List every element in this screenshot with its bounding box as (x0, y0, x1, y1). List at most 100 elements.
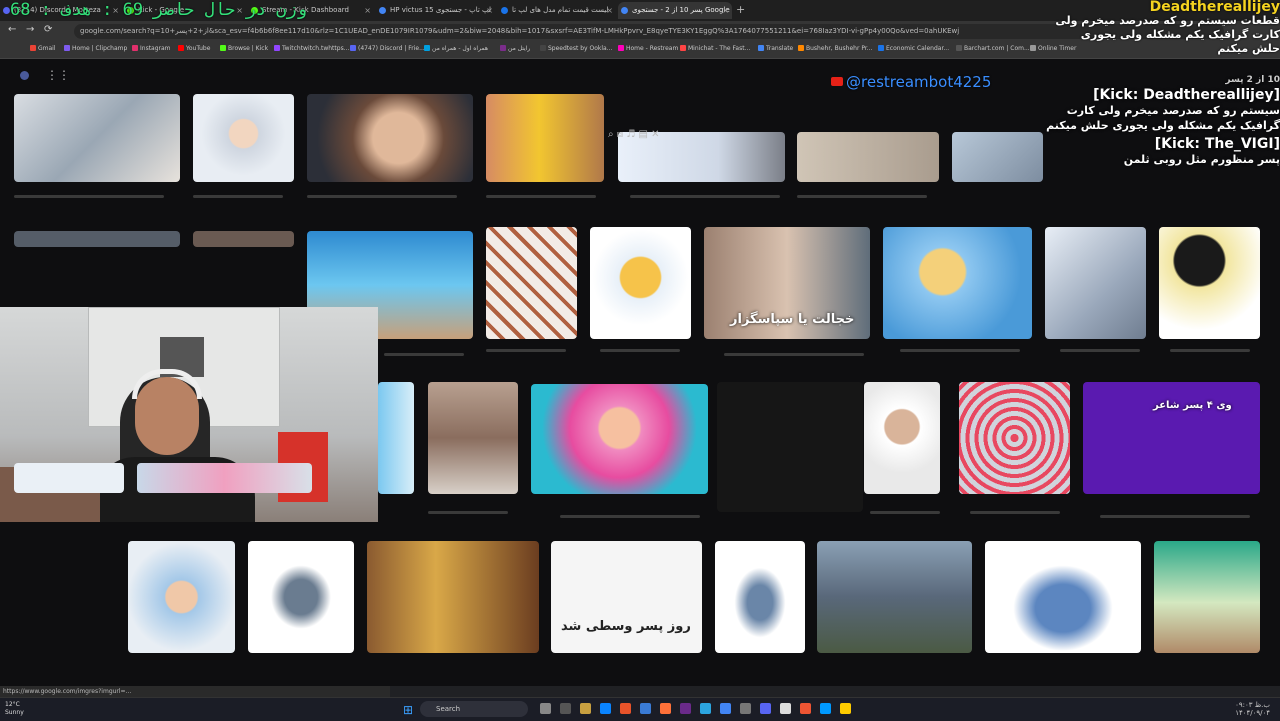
obs-icon[interactable] (780, 703, 791, 714)
chat-message-body: سیستم رو که صدرصد میخرم ولی کارت گرافیک … (1046, 104, 1280, 132)
image-overlay-text: وی ۴ پسر شاعر (1153, 400, 1232, 411)
bookmark-youtube[interactable]: YouTube (178, 45, 210, 52)
new-tab-button[interactable]: + (736, 3, 745, 16)
bookmark-kick[interactable]: Browse | Kick (220, 45, 268, 52)
taskbar-search[interactable]: Search (420, 701, 528, 717)
result-image[interactable] (985, 541, 1141, 653)
result-image[interactable] (14, 231, 180, 247)
system-tray[interactable]: ۰۹:۰۳ ب.ظ ۱۴۰۴/۰۹/۰۴ (1235, 701, 1270, 717)
tab-label: لیست قیمت تمام مدل های لپ تا (512, 6, 609, 14)
bookmark-hamrah[interactable]: همراه اول - همراه من (424, 45, 488, 52)
result-image[interactable] (193, 231, 294, 247)
weather-widget[interactable]: 12°C Sunny (5, 701, 24, 717)
result-image[interactable] (1159, 227, 1260, 339)
bookmark-minichat[interactable]: Minichat - The Fast... (680, 45, 750, 52)
tab-google-search-active[interactable]: پسر 10 از 2 - جستجوی Google × (618, 2, 732, 19)
result-image[interactable] (428, 382, 518, 494)
firefox-icon[interactable] (660, 703, 671, 714)
result-image[interactable] (378, 382, 414, 494)
result-caption (970, 511, 1060, 514)
windows-start-icon[interactable]: ⊞ (403, 703, 413, 717)
top-chat-username: Deadthereallijey (1149, 0, 1280, 15)
clock-time: ۰۹:۰۳ ب.ظ (1235, 701, 1270, 709)
result-list-panel[interactable] (717, 382, 863, 512)
result-image[interactable] (193, 94, 294, 182)
result-image[interactable]: روز پسر وسطی شد (551, 541, 702, 653)
result-image[interactable]: وی ۴ پسر شاعر (1083, 382, 1260, 494)
close-tab-icon[interactable]: × (606, 2, 613, 19)
speedtest-icon (540, 45, 546, 51)
result-image[interactable] (248, 541, 354, 653)
discord-icon[interactable] (760, 703, 771, 714)
result-image[interactable] (128, 541, 235, 653)
image-overlay-text: روز پسر وسطی شد (561, 619, 691, 634)
bookmark-instagram[interactable]: Instagram (132, 45, 171, 52)
result-image[interactable] (864, 382, 940, 494)
edge-icon[interactable] (600, 703, 611, 714)
result-caption (797, 195, 927, 198)
google-icon (621, 7, 628, 14)
close-tab-icon[interactable]: × (722, 2, 729, 19)
result-image[interactable] (307, 94, 473, 182)
result-image[interactable] (797, 132, 939, 182)
clipchamp-icon (64, 45, 70, 51)
result-image[interactable] (1045, 227, 1146, 339)
close-tab-icon[interactable]: × (364, 2, 371, 19)
result-image[interactable] (531, 384, 708, 494)
app-icon[interactable] (840, 703, 851, 714)
result-image[interactable] (952, 132, 1043, 182)
result-image[interactable] (486, 227, 577, 339)
bookmark-twitch[interactable]: Twitchtwitch.twhttps... (274, 45, 349, 52)
result-image[interactable] (959, 382, 1070, 494)
app-icon[interactable] (680, 703, 691, 714)
telegram-icon[interactable] (700, 703, 711, 714)
result-image[interactable] (590, 227, 691, 339)
close-tab-icon[interactable]: × (486, 2, 493, 19)
result-image[interactable]: خجالت یا سپاسگزار (704, 227, 870, 339)
app-icon[interactable] (820, 703, 831, 714)
google-lens-icon[interactable] (20, 71, 29, 80)
result-caption (600, 349, 680, 352)
bookmark-discord[interactable]: (4747) Discord | Frie... (350, 45, 425, 52)
google-icon (379, 7, 386, 14)
result-image[interactable] (817, 541, 972, 653)
bookmark-label: رایتل من (508, 45, 531, 52)
back-icon[interactable]: ← (8, 24, 16, 35)
result-image[interactable] (486, 94, 604, 182)
bookmark-bushehr[interactable]: Bushehr, Bushehr Pr... (798, 45, 873, 52)
tab-laptop-prices[interactable]: لیست قیمت تمام مدل های لپ تا × (498, 2, 616, 19)
reload-icon[interactable]: ⟳ (44, 24, 52, 35)
result-image[interactable] (14, 94, 180, 182)
app-icon[interactable] (560, 703, 571, 714)
apps-grid-icon[interactable]: ⋮⋮ (46, 68, 70, 82)
task-view-icon[interactable] (540, 703, 551, 714)
app-icon[interactable] (740, 703, 751, 714)
bookmark-speedtest[interactable]: Speedtest by Ookla... (540, 45, 612, 52)
app-icon[interactable] (620, 703, 631, 714)
bookmark-label: Home | Clipchamp (72, 45, 128, 52)
bookmark-label: Translate (766, 45, 794, 52)
app-icon[interactable] (640, 703, 651, 714)
bookmark-economic-calendar[interactable]: Economic Calendar... (878, 45, 949, 52)
bookmark-rightel[interactable]: رایتل من (500, 45, 530, 52)
result-image[interactable] (14, 463, 124, 493)
site-icon (501, 7, 508, 14)
bookmark-translate[interactable]: Translate (758, 45, 793, 52)
result-image[interactable] (137, 463, 312, 493)
result-image[interactable] (883, 227, 1032, 339)
file-explorer-icon[interactable] (580, 703, 591, 714)
tab-hp-victus-search[interactable]: HP victus 15 لپ تاپ - جستجوی × (376, 2, 496, 19)
chat-message-header: [Kick: The_VIGI] (1042, 137, 1280, 152)
result-image[interactable] (367, 541, 539, 653)
forward-icon[interactable]: → (26, 24, 34, 35)
search-label: Search (436, 705, 461, 713)
app-icon[interactable] (800, 703, 811, 714)
search-toolbar-icons[interactable]: ⌕ ⧈ ♬ ▤ ✕ (608, 129, 659, 140)
bookmark-restream[interactable]: Home - Restream (618, 45, 678, 52)
result-image[interactable] (715, 541, 805, 653)
bookmark-gmail[interactable]: Gmail (30, 45, 56, 52)
result-image[interactable] (1154, 541, 1260, 653)
bookmark-label: Instagram (140, 45, 171, 52)
chrome-icon[interactable] (720, 703, 731, 714)
bookmark-clipchamp[interactable]: Home | Clipchamp (64, 45, 127, 52)
